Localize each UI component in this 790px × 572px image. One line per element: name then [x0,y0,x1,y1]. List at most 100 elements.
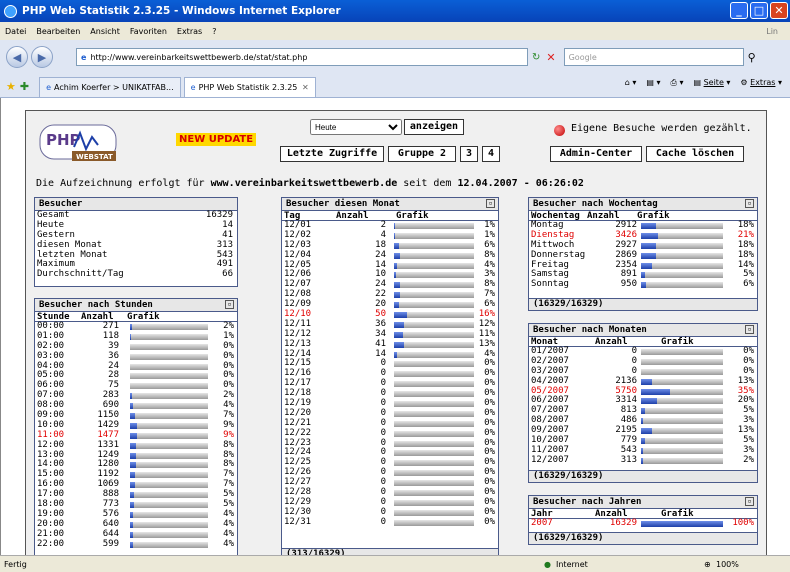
phpwebstat-logo: PHP WEBSTAT [39,124,117,161]
menu-links[interactable]: Lin [766,27,778,36]
percent-bar-fill [641,272,646,279]
percent-bar [130,393,208,400]
back-button[interactable]: ◀ [6,46,28,68]
zoom-level[interactable]: 100% [716,560,739,569]
page-menu[interactable]: ▤ Seite ▾ [693,78,730,88]
row-count: 950 [620,279,637,290]
percent-bar [394,252,474,259]
menu-help[interactable]: ? [212,27,216,36]
period-select[interactable]: Heute [310,119,402,135]
zoom-icon[interactable]: ⊕ [704,560,711,569]
stat-page: PHP WEBSTAT NEW UPDATE Heute anzeigen Le… [25,110,767,561]
table-row: 12/14 14 4% [282,349,498,360]
months-title: Besucher nach Monaten [533,325,647,335]
percent-bar [641,282,723,289]
add-favorites-icon[interactable]: ✚ [20,80,29,93]
favorites-star-icon[interactable]: ★ [6,80,16,93]
table-row: 07:00 283 2% [35,390,237,401]
percent-bar [130,492,208,499]
expand-icon[interactable]: ▫ [745,199,754,208]
percent-bar-fill [641,521,723,527]
percent-bar-fill [641,388,670,395]
table-row: 12/09 20 6% [282,299,498,310]
percent-bar-fill [394,312,407,319]
feeds-icon[interactable]: ▤ ▾ [646,78,660,88]
admin-center-button[interactable]: Admin-Center [550,146,642,162]
tab-label: PHP Web Statistik 2.3.25 [198,83,298,92]
tab-achim[interactable]: e Achim Koerfer > UNIKATFAB... [39,77,181,97]
table-row: 03:00 36 0% [35,351,237,362]
column-label: Grafik [396,211,429,221]
percent-bar [641,349,723,355]
group-3-button[interactable]: 3 [460,146,478,162]
menu-extras[interactable]: Extras [177,27,202,36]
table-row: 22:00 599 4% [35,538,237,550]
maximize-button[interactable]: □ [750,2,768,19]
extras-menu[interactable]: ⚙ Extras ▾ [740,78,782,88]
tab-phpstat[interactable]: e PHP Web Statistik 2.3.25 ✕ [183,77,316,97]
group-2-button[interactable]: Gruppe 2 [388,146,456,162]
expand-icon[interactable]: ▫ [745,325,754,334]
search-icon[interactable]: ⚲ [748,51,756,64]
percent-bar-fill [641,223,656,229]
forward-button[interactable]: ▶ [31,46,53,68]
percent-bar-fill [394,321,404,328]
table-row: 12/15 0 0% [282,359,498,369]
row-percent: 4% [223,538,234,549]
tab-label: Achim Koerfer > UNIKATFAB... [54,83,174,92]
stop-icon[interactable]: ✕ [546,51,555,64]
table-row: 12/26 0 0% [282,467,498,478]
print-icon[interactable]: ⎙ ▾ [671,78,684,88]
expand-icon[interactable]: ▫ [486,199,495,208]
url-field[interactable]: e http://www.vereinbarkeitswettbewerb.de/… [76,48,528,66]
table-row: 20:00 640 4% [35,519,237,530]
table-row: 12/22 0 0% [282,428,498,439]
percent-bar-fill [130,393,132,400]
visitors-box: Besucher Gesamt 16329 Heute 14 Gestern 41 dies… [34,197,238,287]
percent-bar [641,223,723,229]
column-label: Anzahl [595,337,628,347]
group-4-button[interactable]: 4 [482,146,500,162]
tab-close-icon[interactable]: ✕ [302,83,309,92]
refresh-icon[interactable]: ↻ [532,52,540,63]
row-label: 12/31 [284,516,312,527]
percent-bar [394,282,474,289]
search-input[interactable]: Google [563,48,744,66]
percent-bar [130,472,208,479]
menu-bearbeiten[interactable]: Bearbeiten [36,27,80,36]
percent-bar-fill [641,428,652,435]
percent-bar [641,358,723,365]
clear-cache-button[interactable]: Cache löschen [646,146,744,162]
expand-icon[interactable]: ▫ [745,497,754,506]
new-update-link[interactable]: NEW UPDATE [176,133,257,146]
percent-bar-fill [641,232,659,239]
ie-icon [4,4,17,18]
percent-bar [130,413,208,420]
minimize-button[interactable]: _ [730,2,748,19]
table-row: 00:00 271 2% [35,321,237,332]
years-footer: (16329/16329) [529,532,757,544]
menu-favoriten[interactable]: Favoriten [130,27,167,36]
menu-ansicht[interactable]: Ansicht [90,27,120,36]
expand-icon[interactable]: ▫ [225,300,234,309]
percent-bar-fill [394,262,398,269]
show-button[interactable]: anzeigen [404,119,464,135]
menu-datei[interactable]: Datei [5,27,26,36]
percent-bar [641,457,723,464]
percent-bar [394,499,474,506]
percent-bar [394,321,474,328]
table-row: 11:00 1477 9% [35,430,237,441]
status-bar: Fertig ● Internet ⊕ 100% [0,555,790,572]
percent-bar [394,292,474,299]
percent-bar-fill [641,408,646,415]
row-value: 66 [222,269,233,280]
visitors-row: Gesamt 16329 [35,210,237,221]
home-icon[interactable]: ⌂ ▾ [625,78,637,88]
close-button[interactable]: ✕ [770,2,788,19]
percent-bar [641,398,723,405]
table-row: 12/17 0 0% [282,378,498,389]
percent-bar [130,343,208,350]
internet-zone-icon: ● [544,559,551,569]
table-row: 13:00 1249 8% [35,450,237,461]
last-access-button[interactable]: Letzte Zugriffe [280,146,384,162]
